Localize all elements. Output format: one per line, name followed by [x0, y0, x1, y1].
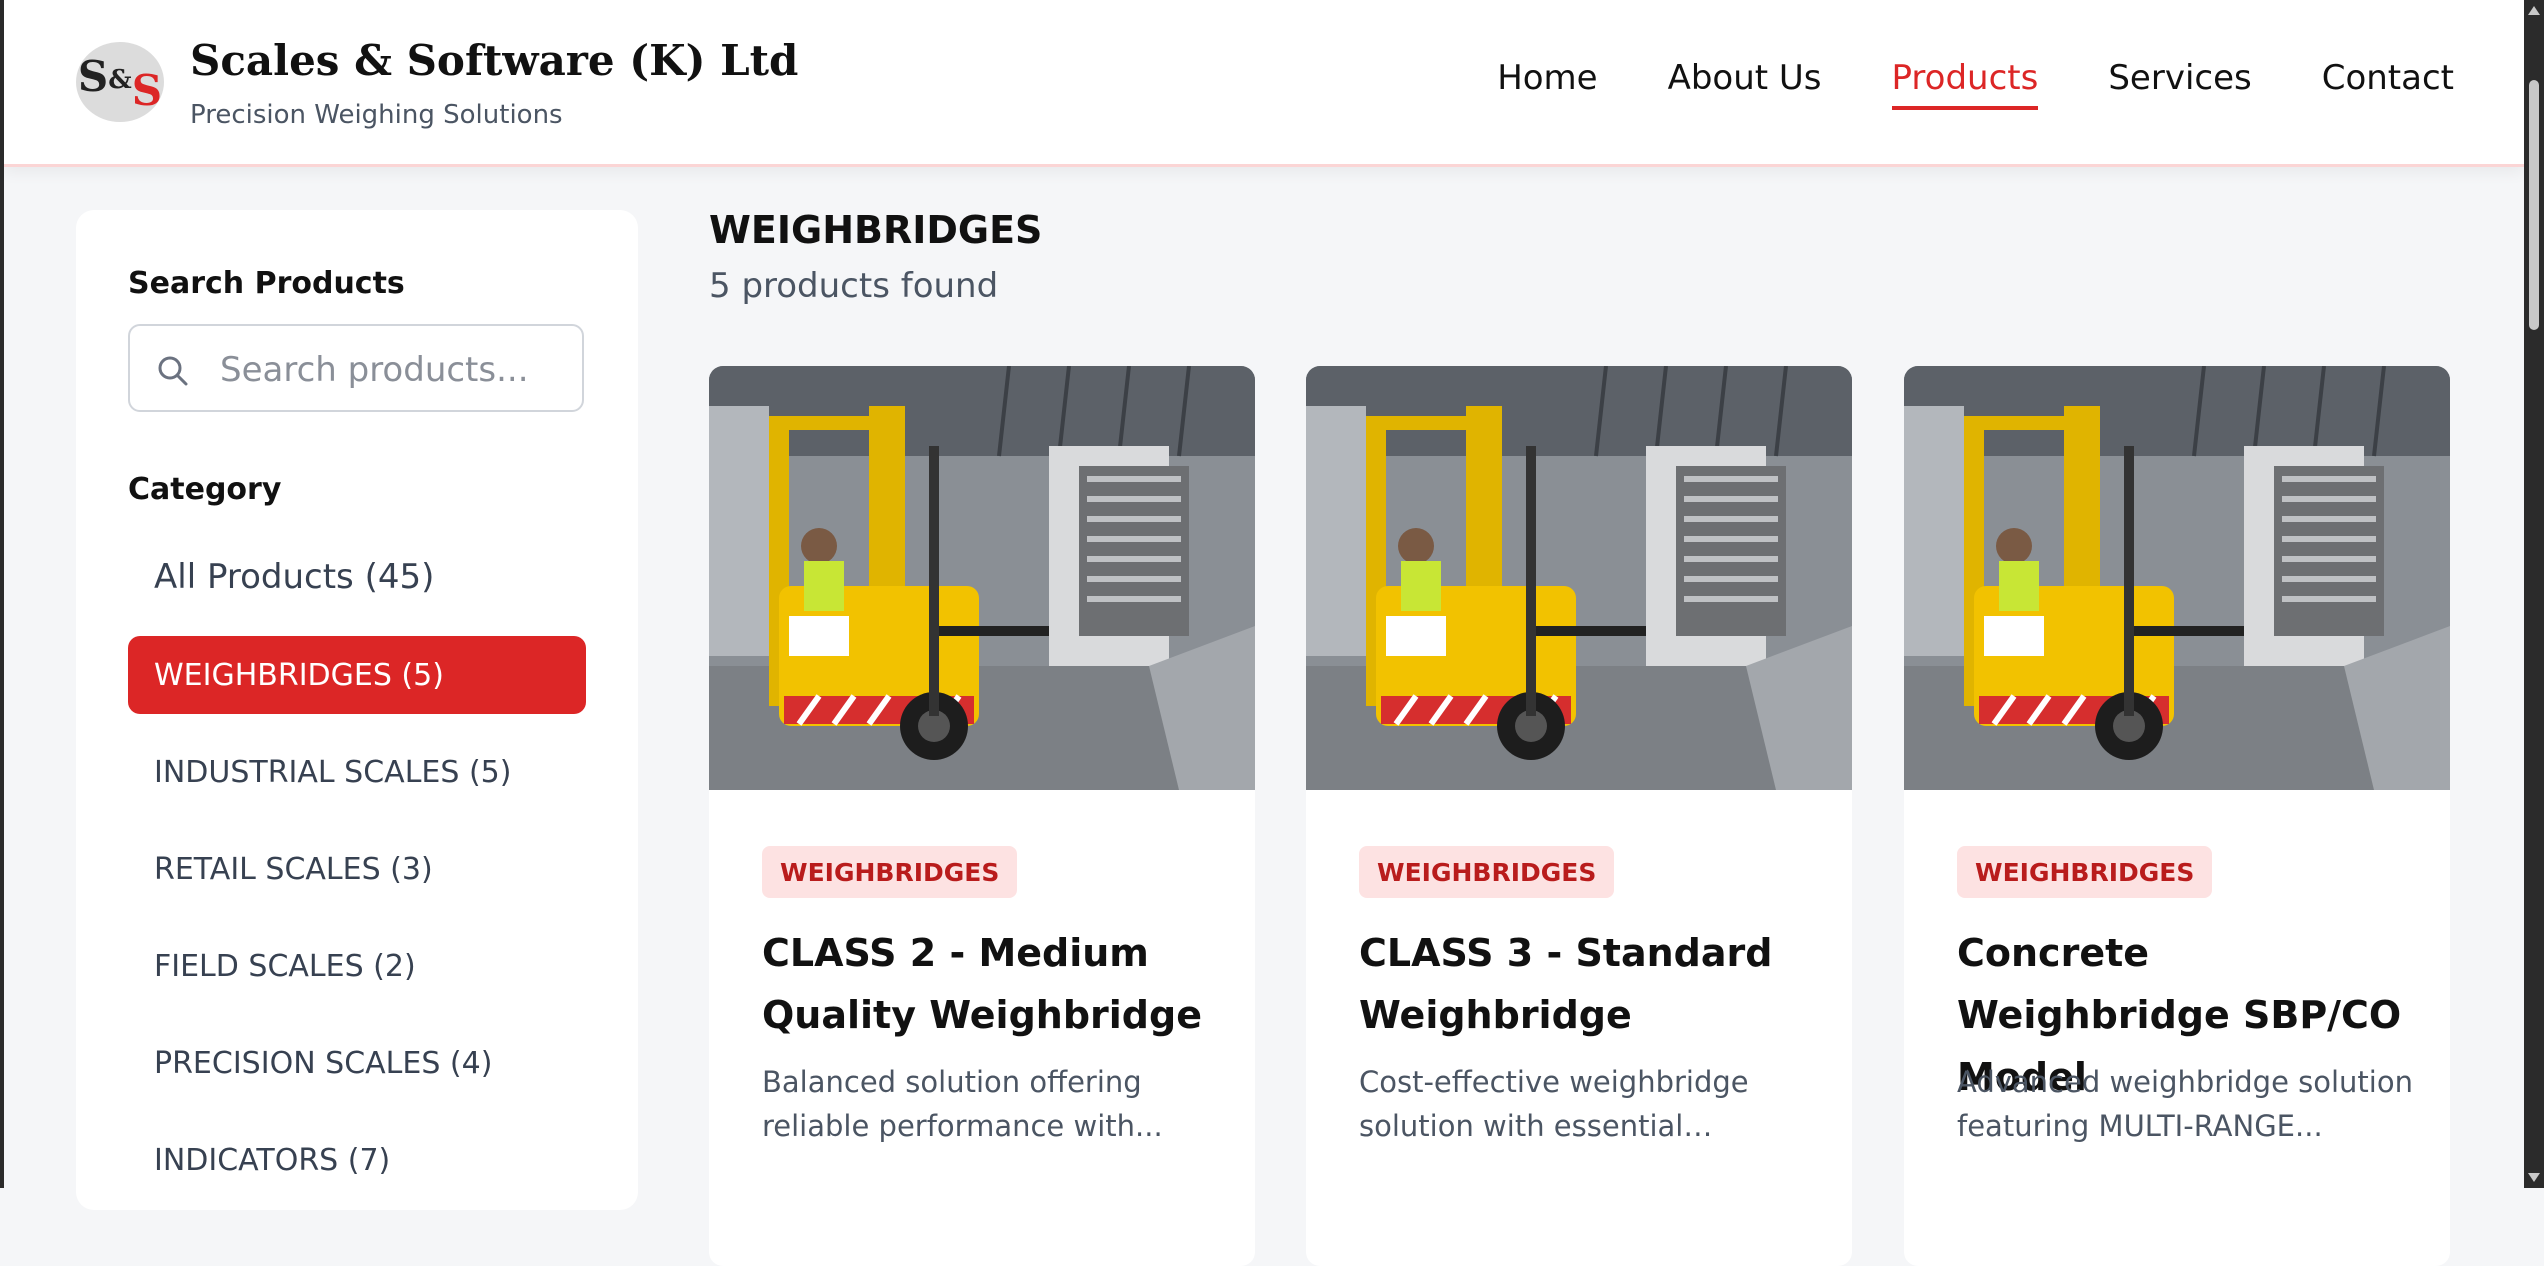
nav-contact[interactable]: Contact — [2322, 58, 2454, 110]
product-card[interactable]: WEIGHBRIDGES CLASS 2 - Medium Quality We… — [709, 366, 1255, 1266]
nav-about-us[interactable]: About Us — [1668, 58, 1822, 110]
nav-services[interactable]: Services — [2108, 58, 2251, 110]
site-header: S & S Scales & Software (K) Ltd Precision … — [4, 0, 2524, 167]
brand-name[interactable]: Scales & Software (K) Ltd — [190, 36, 798, 85]
product-title[interactable]: CLASS 2 - Medium Quality Weighbridge — [762, 922, 1222, 1046]
product-title[interactable]: CLASS 3 - Standard Weighbridge — [1359, 922, 1819, 1046]
product-description: Cost-effective weighbridge solution with… — [1359, 1065, 1749, 1143]
search-box[interactable] — [128, 324, 584, 412]
logo-letter: S — [131, 65, 163, 115]
nav-products[interactable]: Products — [1891, 58, 2039, 110]
category-badge: WEIGHBRIDGES — [1359, 846, 1615, 898]
category-weighbridges[interactable]: WEIGHBRIDGES (5) — [128, 636, 586, 714]
product-card[interactable]: WEIGHBRIDGES Concrete Weighbridge SBP/CO… — [1904, 366, 2450, 1266]
scroll-up-icon[interactable] — [2528, 6, 2540, 15]
category-field-scales[interactable]: FIELD SCALES (2) — [128, 927, 586, 1005]
product-image[interactable] — [709, 366, 1255, 790]
category-badge: WEIGHBRIDGES — [762, 846, 1018, 898]
product-description: Advanced weighbridge solution featuring … — [1957, 1065, 2413, 1143]
brand-tagline: Precision Weighing Solutions — [190, 100, 563, 130]
product-card[interactable]: WEIGHBRIDGES CLASS 3 - Standard Weighbri… — [1306, 366, 1852, 1266]
main-nav: Home About Us Products Services Contact — [1427, 58, 2454, 110]
window-frame-left — [0, 0, 4, 1188]
logo-ampersand: & — [108, 65, 132, 95]
category-retail-scales[interactable]: RETAIL SCALES (3) — [128, 830, 586, 908]
product-description: Balanced solution offering reliable perf… — [762, 1065, 1163, 1143]
logo[interactable]: S & S — [76, 42, 164, 122]
category-heading: Category — [128, 472, 282, 507]
nav-home[interactable]: Home — [1497, 58, 1597, 110]
scroll-thumb[interactable] — [2529, 80, 2539, 330]
results-count: 5 products found — [709, 266, 999, 306]
scroll-down-icon[interactable] — [2528, 1173, 2540, 1182]
category-indicators[interactable]: INDICATORS (7) — [128, 1121, 586, 1199]
category-all-products[interactable]: All Products (45) — [128, 538, 586, 616]
search-heading: Search Products — [128, 266, 405, 301]
search-input[interactable] — [218, 344, 562, 396]
category-industrial-scales[interactable]: INDUSTRIAL SCALES (5) — [128, 733, 586, 811]
product-image[interactable] — [1904, 366, 2450, 790]
search-icon — [158, 356, 188, 386]
category-precision-scales[interactable]: PRECISION SCALES (4) — [128, 1024, 586, 1102]
page-title: WEIGHBRIDGES — [709, 208, 1043, 252]
vertical-scrollbar[interactable] — [2524, 0, 2544, 1188]
product-image[interactable] — [1306, 366, 1852, 790]
logo-letter: S — [77, 51, 109, 101]
filter-sidebar: Search Products Category All Products (4… — [76, 210, 638, 1210]
category-badge: WEIGHBRIDGES — [1957, 846, 2213, 898]
